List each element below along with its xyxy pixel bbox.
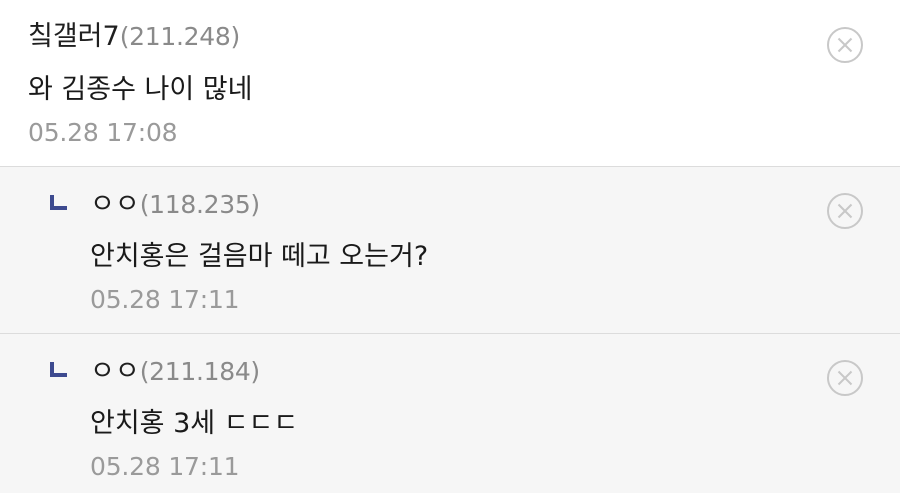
comment-timestamp: 05.28 17:08 <box>28 118 178 147</box>
comment-item: 칰갤러7(211.248) 와 김종수 나이 많네 05.28 17:08 <box>0 0 900 167</box>
close-circle-icon <box>827 27 863 63</box>
author-name[interactable]: ㅇㅇ <box>90 356 140 387</box>
delete-comment-button[interactable] <box>826 26 864 64</box>
reply-arrow-icon <box>50 362 67 377</box>
reply-item: ㅇㅇ(211.184) 안치홍 3세 ㄷㄷㄷ 05.28 17:11 <box>0 334 900 493</box>
comment-list: 칰갤러7(211.248) 와 김종수 나이 많네 05.28 17:08 ㅇㅇ… <box>0 0 900 493</box>
author-ip: (118.235) <box>139 190 261 219</box>
reply-text: 안치홍 3세 ㄷㄷㄷ <box>90 408 299 439</box>
author-ip: (211.248) <box>119 22 241 51</box>
reply-text: 안치홍은 걸음마 떼고 오는거? <box>90 241 429 272</box>
reply-author-line: ㅇㅇ(211.184) <box>90 355 260 389</box>
reply-item: ㅇㅇ(118.235) 안치홍은 걸음마 떼고 오는거? 05.28 17:11 <box>0 167 900 334</box>
author-name[interactable]: ㅇㅇ <box>90 189 140 220</box>
delete-reply-button[interactable] <box>826 359 864 397</box>
reply-timestamp: 05.28 17:11 <box>90 285 240 314</box>
delete-reply-button[interactable] <box>826 192 864 230</box>
close-circle-icon <box>827 360 863 396</box>
reply-timestamp: 05.28 17:11 <box>90 452 240 481</box>
comment-author-line: 칰갤러7(211.248) <box>28 20 240 54</box>
author-ip: (211.184) <box>139 357 261 386</box>
reply-arrow-icon <box>50 195 67 210</box>
close-circle-icon <box>827 193 863 229</box>
comment-text: 와 김종수 나이 많네 <box>28 74 253 105</box>
reply-author-line: ㅇㅇ(118.235) <box>90 188 260 222</box>
author-name[interactable]: 칰갤러7 <box>28 21 120 52</box>
